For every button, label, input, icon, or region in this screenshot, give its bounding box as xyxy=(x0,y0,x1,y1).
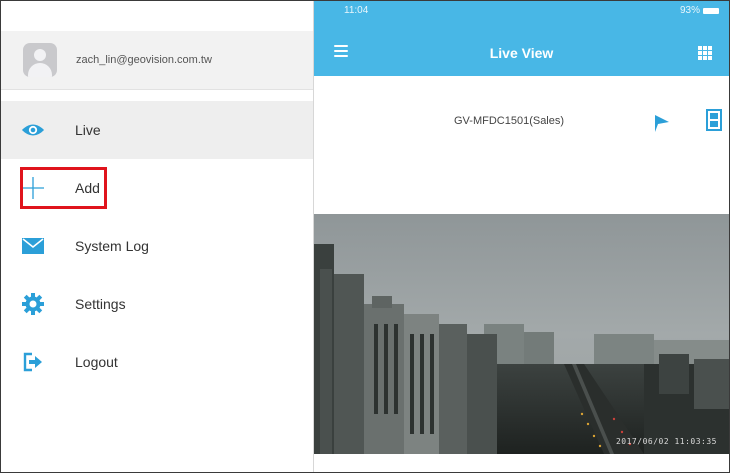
status-time: 11:04 xyxy=(344,5,369,16)
door-icon[interactable] xyxy=(706,109,722,131)
video-timestamp: 2017/06/02 11:03:35 xyxy=(615,437,717,446)
battery-icon xyxy=(703,7,719,14)
camera-name: GV-MFDC1501(Sales) xyxy=(454,115,565,127)
avatar xyxy=(23,43,57,77)
sidebar-item-live[interactable]: Live xyxy=(1,101,313,159)
sidebar: zach_lin@geovision.com.tw Live Add Syste… xyxy=(1,1,314,472)
sidebar-item-logout[interactable]: Logout xyxy=(1,333,313,391)
sidebar-item-label: Settings xyxy=(75,296,126,312)
eye-icon xyxy=(21,118,45,142)
top-bar: 11:04 93% Live View xyxy=(314,1,729,76)
page-title: Live View xyxy=(489,45,554,61)
user-email: zach_lin@geovision.com.tw xyxy=(76,54,212,66)
sidebar-item-label: Live xyxy=(75,122,101,138)
sidebar-item-label: Add xyxy=(75,180,100,196)
battery-percent: 93% xyxy=(679,5,700,16)
gear-icon xyxy=(21,292,45,316)
battery-status: 93% xyxy=(680,5,719,16)
sidebar-item-system-log[interactable]: System Log xyxy=(1,217,313,275)
sidebar-item-settings[interactable]: Settings xyxy=(1,275,313,333)
city-scene-image xyxy=(314,214,729,454)
live-view-pane: 11:04 93% Live View GV-MFDC1501(Sales) 2… xyxy=(314,1,729,472)
sidebar-menu: Live Add System Log Settings Logout xyxy=(1,101,313,391)
sidebar-item-label: Logout xyxy=(75,354,118,370)
grid-layout-icon[interactable] xyxy=(698,46,712,60)
user-header: zach_lin@geovision.com.tw xyxy=(1,31,313,90)
flag-icon[interactable] xyxy=(652,113,672,133)
camera-video-feed[interactable]: 2017/06/02 11:03:35 xyxy=(314,214,729,454)
screenshot-frame: zach_lin@geovision.com.tw Live Add Syste… xyxy=(0,0,730,473)
plus-icon xyxy=(21,176,45,200)
sidebar-item-label: System Log xyxy=(75,238,149,254)
sidebar-item-add[interactable]: Add xyxy=(1,159,313,217)
envelope-icon xyxy=(21,234,45,258)
logout-icon xyxy=(21,350,45,374)
